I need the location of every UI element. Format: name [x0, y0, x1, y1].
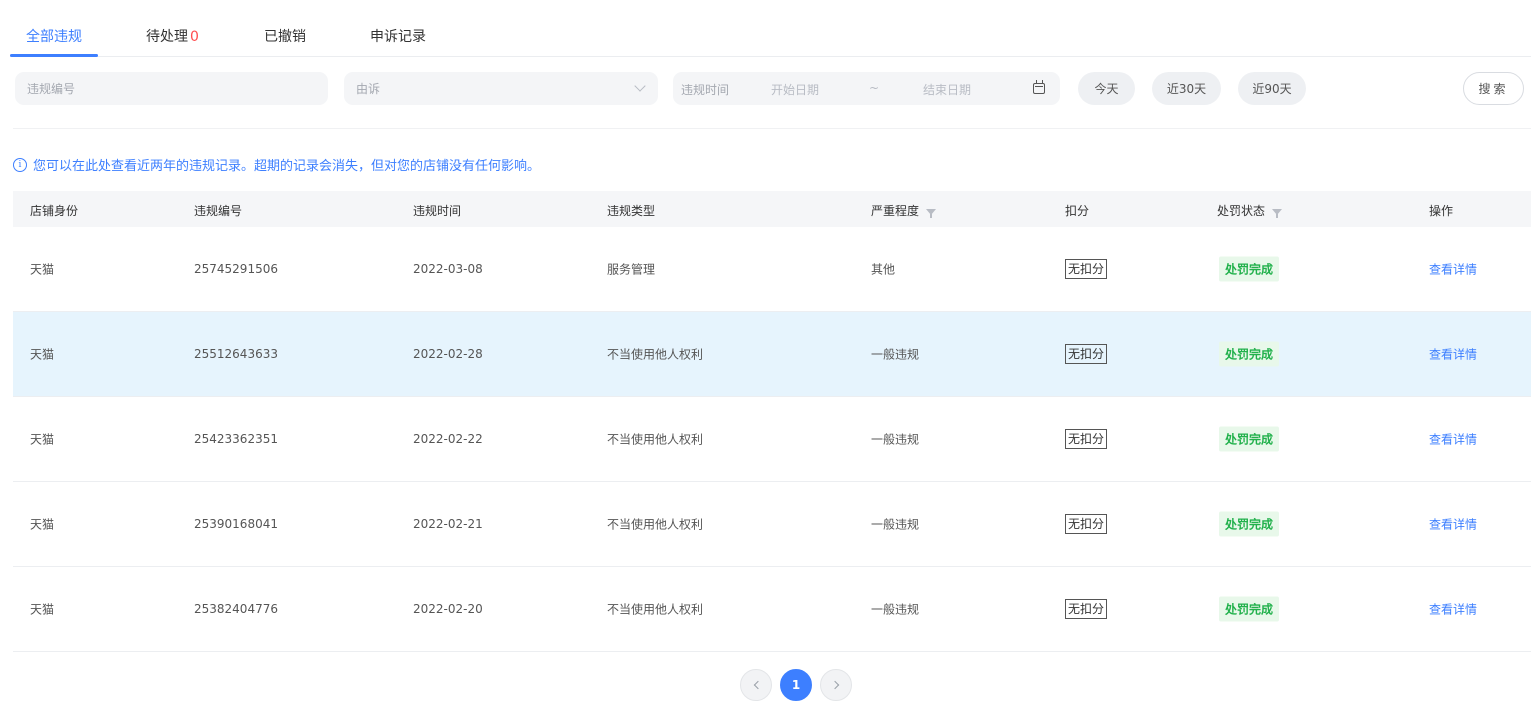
cell-severity: 一般违规 [871, 347, 920, 362]
page-number-button[interactable]: 1 [780, 669, 812, 701]
status-badge: 处罚完成 [1219, 596, 1280, 622]
info-notice-text: 您可以在此处查看近两年的违规记录。超期的记录会消失，但对您的店铺没有任何影响。 [33, 159, 541, 174]
cell-store: 天猫 [30, 432, 55, 447]
view-details-link[interactable]: 查看详情 [1429, 261, 1477, 278]
cell-severity: 一般违规 [871, 517, 920, 532]
start-date-input[interactable]: 开始日期 [771, 81, 819, 98]
info-icon: i [13, 157, 27, 172]
pending-count-badge: 0 [190, 29, 199, 45]
cell-store: 天猫 [30, 517, 55, 532]
header-severity: 严重程度 [871, 202, 937, 219]
cell-violation-id: 25382404776 [194, 602, 278, 616]
appeal-select[interactable]: 由诉 [344, 72, 658, 105]
deduction-tag: 无扣分 [1065, 514, 1108, 534]
status-badge: 处罚完成 [1219, 341, 1280, 367]
table-row: 天猫 25512643633 2022-02-28 不当使用他人权利 一般违规 … [13, 312, 1531, 397]
cell-severity: 一般违规 [871, 602, 920, 617]
cell-violation-time: 2022-02-28 [413, 347, 483, 361]
next-page-button[interactable] [820, 669, 852, 701]
tab-pending[interactable]: 待处理 0 [146, 26, 199, 46]
date-range-label: 违规时间 [681, 83, 730, 97]
prev-page-button[interactable] [740, 669, 772, 701]
cell-violation-type: 服务管理 [607, 262, 656, 277]
tab-revoked[interactable]: 已撤销 [264, 26, 306, 46]
table-row: 天猫 25390168041 2022-02-21 不当使用他人权利 一般违规 … [13, 482, 1531, 567]
deduction-tag: 无扣分 [1065, 429, 1108, 449]
cell-severity: 其他 [871, 262, 896, 277]
header-action: 操作 [1429, 204, 1454, 218]
cell-violation-id: 25745291506 [194, 262, 278, 276]
table-row: 天猫 25745291506 2022-03-08 服务管理 其他 无扣分 处罚… [13, 227, 1531, 312]
header-store: 店铺身份 [30, 204, 79, 218]
header-severity-label: 严重程度 [871, 204, 920, 218]
header-deduction: 扣分 [1065, 204, 1090, 218]
tab-all-violations[interactable]: 全部违规 [26, 26, 82, 46]
appeal-select-value: 由诉 [356, 82, 381, 96]
cell-violation-id: 25390168041 [194, 517, 278, 531]
cell-store: 天猫 [30, 347, 55, 362]
view-details-link[interactable]: 查看详情 [1429, 431, 1477, 448]
tab-appeal-records[interactable]: 申诉记录 [370, 26, 426, 46]
active-tab-indicator [10, 54, 98, 57]
table-header: 店铺身份 违规编号 违规时间 违规类型 严重程度 扣分 处罚状态 操作 [13, 191, 1531, 227]
view-details-link[interactable]: 查看详情 [1429, 601, 1477, 618]
header-violation-type: 违规类型 [607, 204, 656, 218]
cell-store: 天猫 [30, 602, 55, 617]
cell-severity: 一般违规 [871, 432, 920, 447]
search-button[interactable]: 搜索 [1463, 72, 1524, 105]
table-row: 天猫 25423362351 2022-02-22 不当使用他人权利 一般违规 … [13, 397, 1531, 482]
calendar-icon[interactable] [1033, 80, 1045, 94]
cell-store: 天猫 [30, 262, 55, 277]
filter-bar: 违规编号 由诉 违规时间 开始日期 ~ 结束日期 今天 近30天 近90天 搜索 [0, 72, 1531, 106]
violation-id-placeholder: 违规编号 [27, 82, 76, 96]
chevron-right-icon [830, 680, 839, 690]
info-notice: i 您可以在此处查看近两年的违规记录。超期的记录会消失，但对您的店铺没有任何影响… [13, 155, 540, 174]
chevron-down-icon [634, 80, 646, 92]
cell-violation-id: 25423362351 [194, 432, 278, 446]
deduction-tag: 无扣分 [1065, 599, 1108, 619]
status-badge: 处罚完成 [1219, 256, 1280, 282]
cell-violation-type: 不当使用他人权利 [607, 602, 704, 617]
cell-violation-type: 不当使用他人权利 [607, 432, 704, 447]
cell-violation-id: 25512643633 [194, 347, 278, 361]
last-90-days-button[interactable]: 近90天 [1238, 72, 1306, 105]
cell-violation-time: 2022-02-21 [413, 517, 483, 531]
status-badge: 处罚完成 [1219, 511, 1280, 537]
view-details-link[interactable]: 查看详情 [1429, 516, 1477, 533]
today-button[interactable]: 今天 [1078, 72, 1135, 105]
deduction-tag: 无扣分 [1065, 344, 1108, 364]
deduction-tag: 无扣分 [1065, 259, 1108, 279]
table-row: 天猫 25382404776 2022-02-20 不当使用他人权利 一般违规 … [13, 567, 1531, 652]
date-range-picker[interactable]: 违规时间 开始日期 ~ 结束日期 [673, 72, 1060, 105]
header-penalty-status: 处罚状态 [1217, 202, 1283, 219]
cell-violation-time: 2022-02-22 [413, 432, 483, 446]
filter-icon[interactable] [1272, 208, 1283, 218]
cell-violation-time: 2022-02-20 [413, 602, 483, 616]
cell-violation-time: 2022-03-08 [413, 262, 483, 276]
header-penalty-status-label: 处罚状态 [1217, 204, 1266, 218]
header-violation-id: 违规编号 [194, 204, 243, 218]
chevron-left-icon [753, 680, 762, 690]
view-details-link[interactable]: 查看详情 [1429, 346, 1477, 363]
status-badge: 处罚完成 [1219, 426, 1280, 452]
last-30-days-button[interactable]: 近30天 [1152, 72, 1221, 105]
header-violation-time: 违规时间 [413, 204, 462, 218]
tab-bar: 全部违规 待处理 0 已撤销 申诉记录 [10, 0, 1531, 57]
violations-table: 店铺身份 违规编号 违规时间 违规类型 严重程度 扣分 处罚状态 操作 天猫 2… [13, 191, 1531, 652]
tab-pending-label: 待处理 [146, 29, 188, 45]
cell-violation-type: 不当使用他人权利 [607, 517, 704, 532]
end-date-input[interactable]: 结束日期 [923, 81, 971, 98]
violation-id-input[interactable]: 违规编号 [15, 72, 328, 105]
date-range-separator: ~ [869, 81, 880, 95]
filter-icon[interactable] [926, 208, 937, 218]
divider [13, 128, 1531, 129]
cell-violation-type: 不当使用他人权利 [607, 347, 704, 362]
